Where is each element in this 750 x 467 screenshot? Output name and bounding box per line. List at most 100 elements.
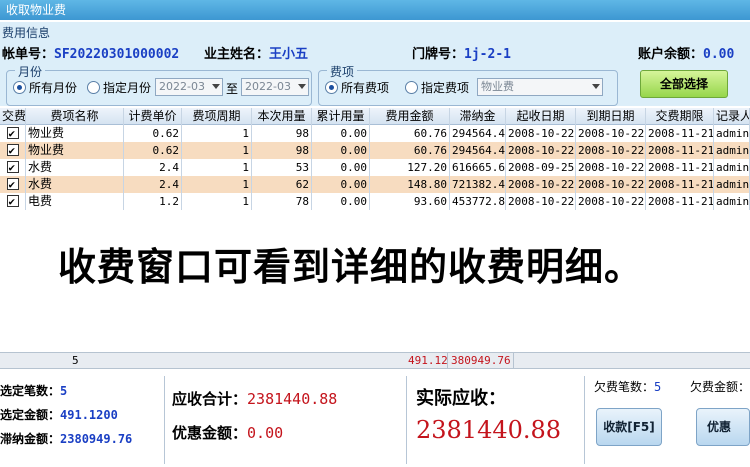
table-row[interactable]: 水费2.41620.00148.80721382.402008-10-22200… xyxy=(0,176,750,193)
table-cell: 2008-10-22 xyxy=(578,125,646,142)
chevron-down-icon xyxy=(298,84,306,89)
door-number-value: 1j-2-1 xyxy=(464,47,511,62)
pay-checkbox-cell[interactable] xyxy=(0,142,26,159)
table-cell: 1 xyxy=(182,176,252,193)
radio-specific-item[interactable]: 指定费项 xyxy=(405,79,469,96)
table-row[interactable]: 水费2.41530.00127.20616665.602008-09-25200… xyxy=(0,159,750,176)
table-cell: 2008-11-21 xyxy=(648,142,714,159)
discount-button[interactable]: 优惠[F6] xyxy=(696,408,750,446)
month-to-select[interactable]: 2022-03 xyxy=(241,78,309,96)
checkbox-checked-icon[interactable] xyxy=(6,159,19,176)
fee-info-panel: 费用信息 帐单号：SF20220301000002 业主姓名：王小五 门牌号：1… xyxy=(0,22,750,106)
item-group-legend: 费项 xyxy=(327,63,358,80)
owner-name-label: 业主姓名： xyxy=(204,47,270,62)
column-header[interactable]: 费项名称 xyxy=(26,108,124,125)
radio-all-items-label: 所有费项 xyxy=(341,81,390,95)
table-cell: 0.00 xyxy=(312,159,370,176)
item-filter-group: 费项 所有费项 指定费项 物业费 xyxy=(318,63,618,106)
divider xyxy=(584,376,585,464)
column-header[interactable]: 费项周期 xyxy=(182,108,252,125)
table-cell: 2008-10-22 xyxy=(578,193,646,210)
select-all-button[interactable]: 全部选择 xyxy=(640,70,728,98)
summary-late-fee: 380949.76 xyxy=(451,353,514,369)
table-cell: 物业费 xyxy=(26,142,124,159)
selected-count: 选定笔数：5 xyxy=(0,384,68,398)
table-cell: 60.76 xyxy=(370,125,450,142)
pay-checkbox-cell[interactable] xyxy=(0,159,26,176)
table-row[interactable]: 电费1.21780.0093.60453772.802008-10-222008… xyxy=(0,193,750,210)
column-header[interactable]: 到期日期 xyxy=(576,108,646,125)
checkbox-checked-icon[interactable] xyxy=(6,125,19,142)
column-header[interactable]: 交费期限 xyxy=(646,108,714,125)
owner-name-value: 王小五 xyxy=(269,47,309,62)
table-cell: admin xyxy=(716,176,750,193)
pay-checkbox-cell[interactable] xyxy=(0,125,26,142)
checkbox-checked-icon[interactable] xyxy=(6,193,19,210)
month-from-value: 2022-03 xyxy=(159,80,205,93)
door-number-row: 门牌号：1j-2-1 xyxy=(412,43,511,63)
pay-checkbox-cell[interactable] xyxy=(0,176,26,193)
table-cell: admin xyxy=(716,193,750,210)
column-header[interactable]: 交费 xyxy=(0,108,26,125)
table-cell: 2008-10-22 xyxy=(508,125,576,142)
table-cell: 0.00 xyxy=(312,125,370,142)
table-cell: 1.2 xyxy=(124,193,182,210)
radio-all-months[interactable]: 所有月份 xyxy=(13,79,77,96)
table-cell: 2008-11-21 xyxy=(648,193,714,210)
column-header[interactable]: 记录人 xyxy=(714,108,750,125)
radio-dot-icon xyxy=(325,81,338,94)
checkbox-checked-icon[interactable] xyxy=(6,142,19,159)
column-header[interactable]: 滞纳金 xyxy=(450,108,506,125)
month-group-legend: 月份 xyxy=(15,63,46,80)
table-cell: admin xyxy=(716,142,750,159)
table-row[interactable]: 物业费0.621980.0060.76294564.482008-10-2220… xyxy=(0,125,750,142)
table-cell: 2008-11-21 xyxy=(648,125,714,142)
pay-checkbox-cell[interactable] xyxy=(0,193,26,210)
column-header[interactable]: 费用金额 xyxy=(370,108,450,125)
summary-count: 5 xyxy=(72,354,79,367)
table-cell: 2008-09-25 xyxy=(508,159,576,176)
charge-button[interactable]: 收款[F5] xyxy=(596,408,662,446)
table-cell: 2008-10-22 xyxy=(508,193,576,210)
table-row[interactable]: 物业费0.621980.0060.76294564.482008-10-2220… xyxy=(0,142,750,159)
table-cell: 2008-10-22 xyxy=(508,176,576,193)
month-from-select[interactable]: 2022-03 xyxy=(155,78,223,96)
table-cell: 2008-10-22 xyxy=(578,176,646,193)
table-cell: 1 xyxy=(182,159,252,176)
table-cell: 721382.40 xyxy=(452,176,506,193)
bill-number-label: 帐单号： xyxy=(2,47,55,62)
actual-receivable-label: 实际应收： xyxy=(416,388,506,409)
table-cell: 0.00 xyxy=(312,142,370,159)
table-cell: 1 xyxy=(182,142,252,159)
table-cell: 0.62 xyxy=(124,142,182,159)
balance-value: 0.00 xyxy=(703,47,735,62)
owner-name-row: 业主姓名：王小五 xyxy=(204,43,308,63)
balance-row: 账户余额：0.00 xyxy=(638,43,734,63)
month-to-value: 2022-03 xyxy=(245,80,291,93)
owed-amount: 欠费金额：4 xyxy=(690,380,750,394)
column-header[interactable]: 本次用量 xyxy=(252,108,312,125)
column-header[interactable]: 累计用量 xyxy=(312,108,370,125)
table-cell: 2008-11-21 xyxy=(648,176,714,193)
owed-count: 欠费笔数：5 xyxy=(594,380,662,394)
table-cell: 78 xyxy=(252,193,312,210)
radio-specific-month-label: 指定月份 xyxy=(103,81,152,95)
receivable-total: 应收合计：2381440.88 xyxy=(172,390,338,408)
radio-all-items[interactable]: 所有费项 xyxy=(325,79,389,96)
radio-specific-month[interactable]: 指定月份 xyxy=(87,79,151,96)
table-cell: 1 xyxy=(182,125,252,142)
checkbox-checked-icon[interactable] xyxy=(6,176,19,193)
table-cell: 127.20 xyxy=(370,159,450,176)
fee-item-select[interactable]: 物业费 xyxy=(477,78,603,96)
table-cell: 水费 xyxy=(26,176,124,193)
table-header: 交费 费项名称 计费单价 费项周期 本次用量 累计用量 费用金额 滞纳金 起收日期 到期日期 交费期… xyxy=(0,108,750,125)
divider xyxy=(164,376,165,464)
table-cell: 2008-10-22 xyxy=(578,159,646,176)
column-header[interactable]: 起收日期 xyxy=(506,108,576,125)
table-cell: 2008-10-22 xyxy=(508,142,576,159)
table-cell: 616665.60 xyxy=(452,159,506,176)
table-cell: 148.80 xyxy=(370,176,450,193)
discount-amount: 优惠金额：0.00 xyxy=(172,424,284,442)
column-header[interactable]: 计费单价 xyxy=(124,108,182,125)
window-title-bar: 收取物业费 xyxy=(0,0,750,20)
